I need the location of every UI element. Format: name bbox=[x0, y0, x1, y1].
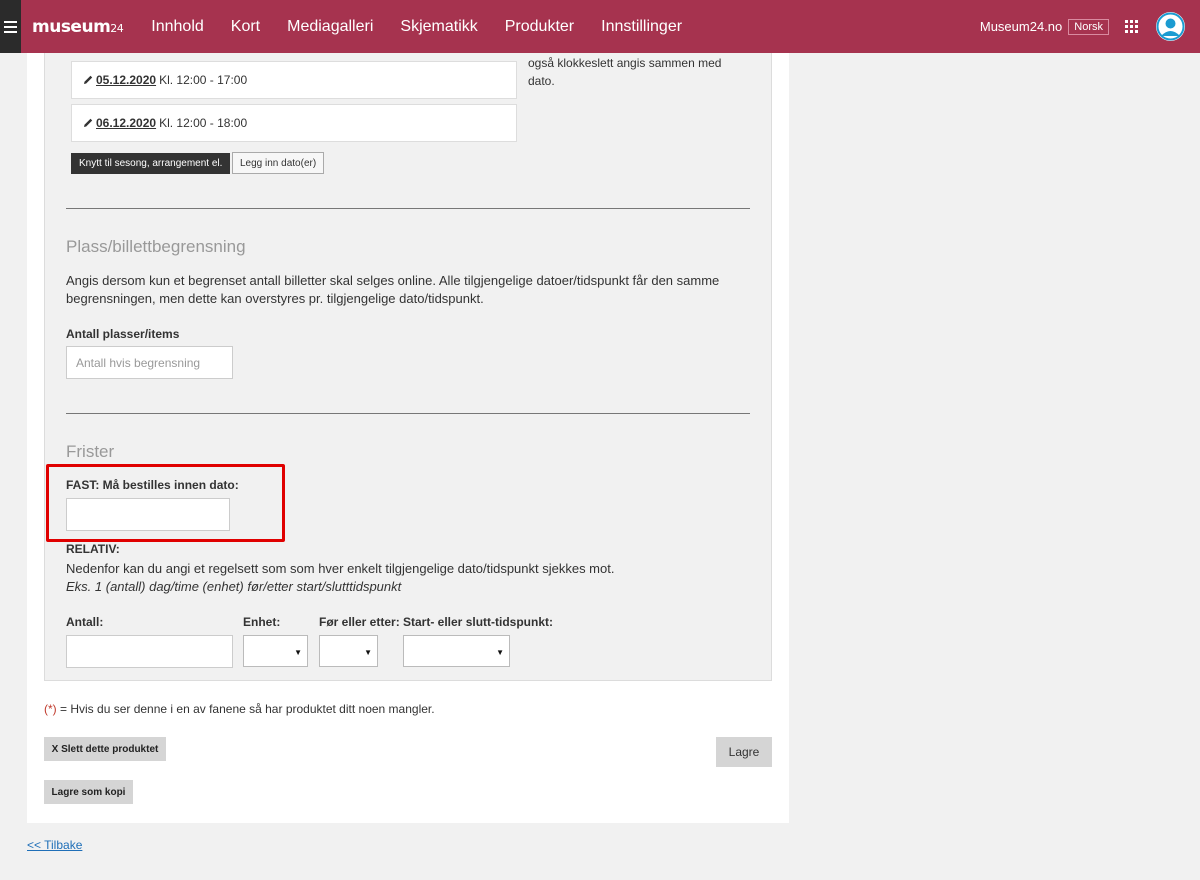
pencil-icon[interactable] bbox=[82, 74, 94, 86]
required-note: (*) = Hvis du ser denne i en av fanene s… bbox=[44, 702, 435, 716]
relative-deadline-label: RELATIV: bbox=[66, 542, 120, 556]
capacity-input[interactable]: Antall hvis begrensning bbox=[66, 346, 233, 379]
relative-description: Nedenfor kan du angi et regelsett som so… bbox=[66, 561, 615, 576]
date-time: Kl. 12:00 - 17:00 bbox=[159, 73, 248, 87]
product-form-section: også klokkeslett angis sammen med dato. … bbox=[44, 53, 772, 681]
site-link[interactable]: Museum24.no bbox=[980, 19, 1062, 34]
dates-side-note: også klokkeslett angis sammen med dato. bbox=[528, 56, 722, 88]
back-link[interactable]: << Tilbake bbox=[27, 838, 82, 852]
museum24-logo[interactable]: museum24 bbox=[32, 17, 124, 37]
product-form-panel: også klokkeslett angis sammen med dato. … bbox=[27, 53, 789, 823]
unit-label: Enhet: bbox=[243, 615, 281, 629]
nav-kort[interactable]: Kort bbox=[231, 18, 260, 36]
deadlines-section-title: Frister bbox=[66, 442, 115, 461]
capacity-field-label: Antall plasser/items bbox=[66, 327, 180, 341]
relative-example: Eks. 1 (antall) dag/time (enhet) før/ett… bbox=[66, 579, 402, 594]
date-row: 05.12.2020 Kl. 12:00 - 17:00 bbox=[71, 61, 517, 99]
save-button[interactable]: Lagre bbox=[716, 737, 772, 767]
unit-select[interactable]: ▼ bbox=[243, 635, 308, 667]
nav-mediagalleri[interactable]: Mediagalleri bbox=[287, 18, 373, 36]
amount-label: Antall: bbox=[66, 615, 104, 629]
dropdown-arrow-icon: ▼ bbox=[496, 648, 504, 657]
divider bbox=[66, 413, 750, 414]
fixed-deadline-input[interactable] bbox=[66, 498, 230, 531]
divider bbox=[66, 208, 750, 209]
link-season-button[interactable]: Knytt til sesong, arrangement el. bbox=[71, 153, 231, 174]
amount-input[interactable] bbox=[66, 635, 233, 668]
before-after-label: Før eller etter: bbox=[319, 615, 400, 629]
fixed-deadline-label: FAST: Må bestilles innen dato: bbox=[66, 478, 239, 492]
pencil-icon[interactable] bbox=[82, 117, 94, 129]
nav-innhold[interactable]: Innhold bbox=[151, 18, 204, 36]
nav-produkter[interactable]: Produkter bbox=[505, 18, 574, 36]
nav-innstillinger[interactable]: Innstillinger bbox=[601, 18, 682, 36]
date-link[interactable]: 06.12.2020 bbox=[96, 116, 156, 130]
dropdown-arrow-icon: ▼ bbox=[364, 648, 372, 657]
save-copy-button[interactable]: Lagre som kopi bbox=[44, 780, 133, 804]
date-row: 06.12.2020 Kl. 12:00 - 18:00 bbox=[71, 104, 517, 142]
language-selector[interactable]: Norsk bbox=[1068, 18, 1109, 35]
menu-icon[interactable] bbox=[0, 0, 21, 53]
delete-product-button[interactable]: X Slett dette produktet bbox=[44, 737, 166, 761]
before-after-select[interactable]: ▼ bbox=[319, 635, 378, 667]
add-dates-button[interactable]: Legg inn dato(er) bbox=[232, 152, 325, 174]
capacity-description: Angis dersom kun et begrenset antall bil… bbox=[66, 273, 720, 306]
apps-grid-icon[interactable] bbox=[1125, 20, 1138, 33]
nav-skjematikk[interactable]: Skjematikk bbox=[400, 18, 477, 36]
user-avatar[interactable] bbox=[1156, 12, 1185, 41]
start-end-select[interactable]: ▼ bbox=[403, 635, 510, 667]
date-time: Kl. 12:00 - 18:00 bbox=[159, 116, 248, 130]
dropdown-arrow-icon: ▼ bbox=[294, 648, 302, 657]
main-nav: Innhold Kort Mediagalleri Skjematikk Pro… bbox=[151, 18, 709, 36]
top-navigation-bar: museum24 Innhold Kort Mediagalleri Skjem… bbox=[0, 0, 1200, 53]
start-end-label: Start- eller slutt-tidspunkt: bbox=[403, 615, 554, 629]
capacity-section-title: Plass/billettbegrensning bbox=[66, 237, 246, 256]
top-right-area: Museum24.no Norsk bbox=[980, 0, 1200, 53]
date-link[interactable]: 05.12.2020 bbox=[96, 73, 156, 87]
